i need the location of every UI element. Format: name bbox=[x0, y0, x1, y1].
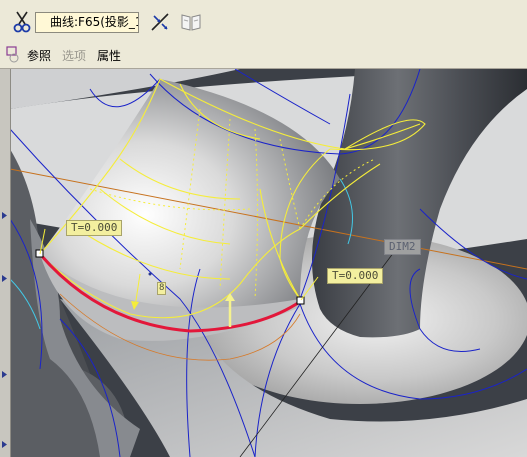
sash-arrow-icon bbox=[2, 371, 7, 378]
flip-direction-icon bbox=[149, 11, 171, 33]
tab-properties[interactable]: 属性 bbox=[97, 47, 121, 64]
model-viewport[interactable]: T=0.000 T=0.000 DIM2 8 bbox=[0, 69, 527, 457]
book-button[interactable] bbox=[178, 9, 204, 35]
trim-button[interactable] bbox=[9, 9, 35, 35]
sash-arrow-icon bbox=[2, 441, 7, 448]
pin-icon bbox=[6, 46, 20, 67]
model-scene bbox=[0, 69, 527, 457]
tab-references[interactable]: 参照 bbox=[27, 47, 51, 64]
flip-direction-button[interactable] bbox=[147, 9, 173, 35]
dashboard-toolbar: 曲线:F65(投影_1 bbox=[0, 0, 527, 43]
tab-options[interactable]: 选项 bbox=[62, 47, 86, 64]
small-marker-label: 8 bbox=[157, 282, 167, 295]
scissors-icon bbox=[11, 10, 33, 34]
dimension-label[interactable]: DIM2 bbox=[384, 239, 421, 255]
left-sash[interactable] bbox=[0, 69, 11, 457]
t-value-label-right[interactable]: T=0.000 bbox=[327, 268, 384, 284]
t-value-label-left[interactable]: T=0.000 bbox=[66, 220, 123, 236]
sash-arrow-icon bbox=[2, 275, 7, 282]
sash-arrow-icon bbox=[2, 212, 7, 219]
curve-reference-field[interactable]: 曲线:F65(投影_1 bbox=[35, 12, 139, 33]
dashboard-tabbar: 参照 选项 属性 bbox=[0, 42, 527, 69]
book-icon bbox=[180, 12, 202, 32]
